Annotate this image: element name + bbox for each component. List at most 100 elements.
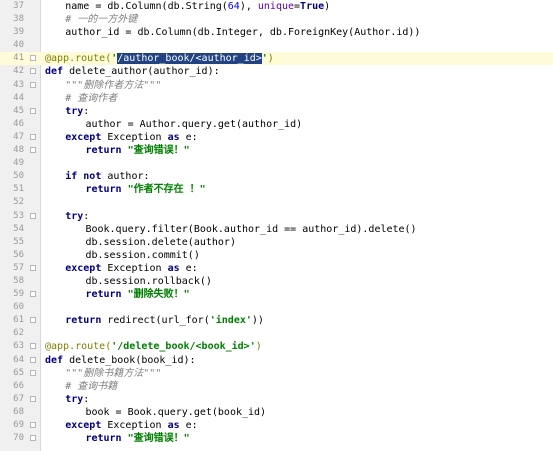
line-number: 69 <box>13 420 24 430</box>
code-token: 'index' <box>209 315 252 327</box>
code-token: "删除失败！" <box>127 289 190 301</box>
fold-marker-icon[interactable] <box>30 107 36 114</box>
code-line[interactable]: 64 def delete_book(book_id): <box>0 354 553 367</box>
code-text[interactable]: return "查询错误！" <box>45 144 189 157</box>
code-token: as <box>167 420 186 431</box>
code-line[interactable]: 42 def delete_author(author_id): <box>0 65 553 78</box>
code-line[interactable]: 39 author_id = db.Column(db.Integer, db.F… <box>0 26 553 39</box>
fold-marker-icon[interactable] <box>30 81 36 88</box>
code-text[interactable]: try: <box>45 393 89 406</box>
fold-marker-icon[interactable] <box>30 395 36 402</box>
line-number: 47 <box>13 131 24 142</box>
code-text[interactable]: Book.query.filter(Book.author_id == auth… <box>45 223 416 236</box>
code-lines[interactable]: 37 name = db.Column(db.String(64), unique… <box>0 0 553 445</box>
code-line[interactable]: 59 return "删除失败！" <box>0 288 553 301</box>
code-line[interactable]: 70 return "查询错误！" <box>0 432 553 445</box>
code-line[interactable]: 60 <box>0 301 553 314</box>
code-text[interactable]: def delete_author(author_id): <box>45 65 220 78</box>
code-text[interactable]: # 一的一方外键 <box>45 13 137 26</box>
fold-marker-icon[interactable] <box>30 147 36 154</box>
code-line[interactable]: 45 try: <box>0 105 553 118</box>
code-editor[interactable]: 37 name = db.Column(db.String(64), unique… <box>0 0 553 451</box>
code-line[interactable]: 41 @app.route('/author_book/<author_id>') <box>0 52 553 66</box>
code-line[interactable]: 54 Book.query.filter(Book.author_id == au… <box>0 223 553 236</box>
code-line[interactable]: 68 book = Book.query.get(book_id) <box>0 406 553 419</box>
code-text[interactable]: except Exception as e: <box>45 419 198 432</box>
fold-marker-icon[interactable] <box>30 435 36 442</box>
fold-marker-icon[interactable] <box>30 264 36 271</box>
line-number: 57 <box>13 262 24 273</box>
code-text[interactable]: """删除作者方法""" <box>45 79 161 92</box>
fold-marker-icon[interactable] <box>30 422 36 428</box>
code-text[interactable]: except Exception as e: <box>45 131 197 144</box>
code-line[interactable]: 65 """删除书籍方法""" <box>0 367 553 380</box>
fold-marker-icon[interactable] <box>30 369 36 376</box>
line-number: 38 <box>13 14 24 25</box>
fold-marker-icon[interactable] <box>30 55 36 62</box>
code-token: : <box>83 105 90 117</box>
fold-marker-icon[interactable] <box>30 291 36 298</box>
fold-marker-icon[interactable] <box>30 356 36 363</box>
code-text[interactable]: author_id = db.Column(db.Integer, db.For… <box>45 26 420 39</box>
code-line[interactable]: 46 author = Author.query.get(author_id) <box>0 118 553 131</box>
code-text[interactable]: @app.route('/author_book/<author_id>') <box>45 52 274 65</box>
fold-marker-icon[interactable] <box>30 343 36 350</box>
code-text[interactable]: db.session.commit() <box>45 249 199 262</box>
code-line[interactable]: 55 db.session.delete(author) <box>0 236 553 249</box>
fold-marker-icon[interactable] <box>30 133 36 140</box>
code-token: Exception <box>107 131 168 143</box>
code-token: e: <box>185 420 198 431</box>
code-text[interactable]: author = Author.query.get(author_id) <box>45 118 302 131</box>
code-text[interactable]: def delete_book(book_id): <box>45 354 196 367</box>
code-text[interactable]: return "查询错误！" <box>45 432 189 445</box>
code-line[interactable]: 61 return redirect(url_for('index')) <box>0 314 553 327</box>
code-text[interactable]: try: <box>45 105 89 118</box>
line-number: 53 <box>13 210 24 221</box>
code-line[interactable]: 63 @app.route('/delete_book/<book_id>') <box>0 340 553 353</box>
code-line[interactable]: 51 return "作者不存在 ！" <box>0 183 553 196</box>
code-text[interactable]: return "删除失败！" <box>45 288 190 301</box>
code-text[interactable]: return redirect(url_for('index')) <box>45 314 264 327</box>
line-number: 68 <box>13 406 24 417</box>
line-number: 41 <box>13 53 24 64</box>
code-line[interactable]: 62 <box>0 327 553 340</box>
code-text[interactable]: name = db.Column(db.String(64), unique=T… <box>45 0 330 13</box>
code-text[interactable]: return "作者不存在 ！" <box>45 183 205 196</box>
code-token: Exception <box>107 262 168 274</box>
code-text[interactable]: except Exception as e: <box>45 262 197 275</box>
code-text[interactable]: # 查询书籍 <box>45 380 117 393</box>
code-line[interactable]: 69 except Exception as e: <box>0 419 553 432</box>
code-text[interactable]: # 查询作者 <box>45 92 117 105</box>
line-number: 66 <box>13 380 24 391</box>
code-line[interactable]: 50 if not author: <box>0 170 553 183</box>
code-line[interactable]: 57 except Exception as e: <box>0 262 553 275</box>
code-line[interactable]: 67 try: <box>0 393 553 406</box>
code-line[interactable]: 47 except Exception as e: <box>0 131 553 144</box>
fold-marker-icon[interactable] <box>30 68 36 75</box>
fold-marker-icon[interactable] <box>30 317 36 324</box>
code-line[interactable]: 44 # 查询作者 <box>0 92 553 105</box>
code-line[interactable]: 52 <box>0 196 553 209</box>
code-text[interactable]: """删除书籍方法""" <box>45 367 161 380</box>
code-line[interactable]: 48 return "查询错误！" <box>0 144 553 157</box>
code-token: return <box>65 315 108 327</box>
code-line[interactable]: 66 # 查询书籍 <box>0 380 553 393</box>
code-line[interactable]: 49 <box>0 157 553 170</box>
code-text[interactable]: book = Book.query.get(book_id) <box>45 406 266 419</box>
code-text[interactable]: if not author: <box>45 170 149 183</box>
code-token: ) <box>267 53 274 65</box>
code-line[interactable]: 38 # 一的一方外键 <box>0 13 553 26</box>
code-line[interactable]: 40 <box>0 39 553 52</box>
code-token: return <box>85 433 128 445</box>
code-line[interactable]: 43 """删除作者方法""" <box>0 79 553 92</box>
code-line[interactable]: 37 name = db.Column(db.String(64), unique… <box>0 0 553 13</box>
code-line[interactable]: 58 db.session.rollback() <box>0 275 553 288</box>
code-text[interactable]: try: <box>45 210 89 223</box>
code-line[interactable]: 53 try: <box>0 210 553 223</box>
fold-marker-icon[interactable] <box>30 212 36 219</box>
code-line[interactable]: 56 db.session.commit() <box>0 249 553 262</box>
code-text[interactable]: db.session.rollback() <box>45 275 211 288</box>
code-text[interactable]: @app.route('/delete_book/<book_id>') <box>45 340 262 353</box>
code-text[interactable]: db.session.delete(author) <box>45 236 236 249</box>
line-number: 65 <box>13 367 24 378</box>
